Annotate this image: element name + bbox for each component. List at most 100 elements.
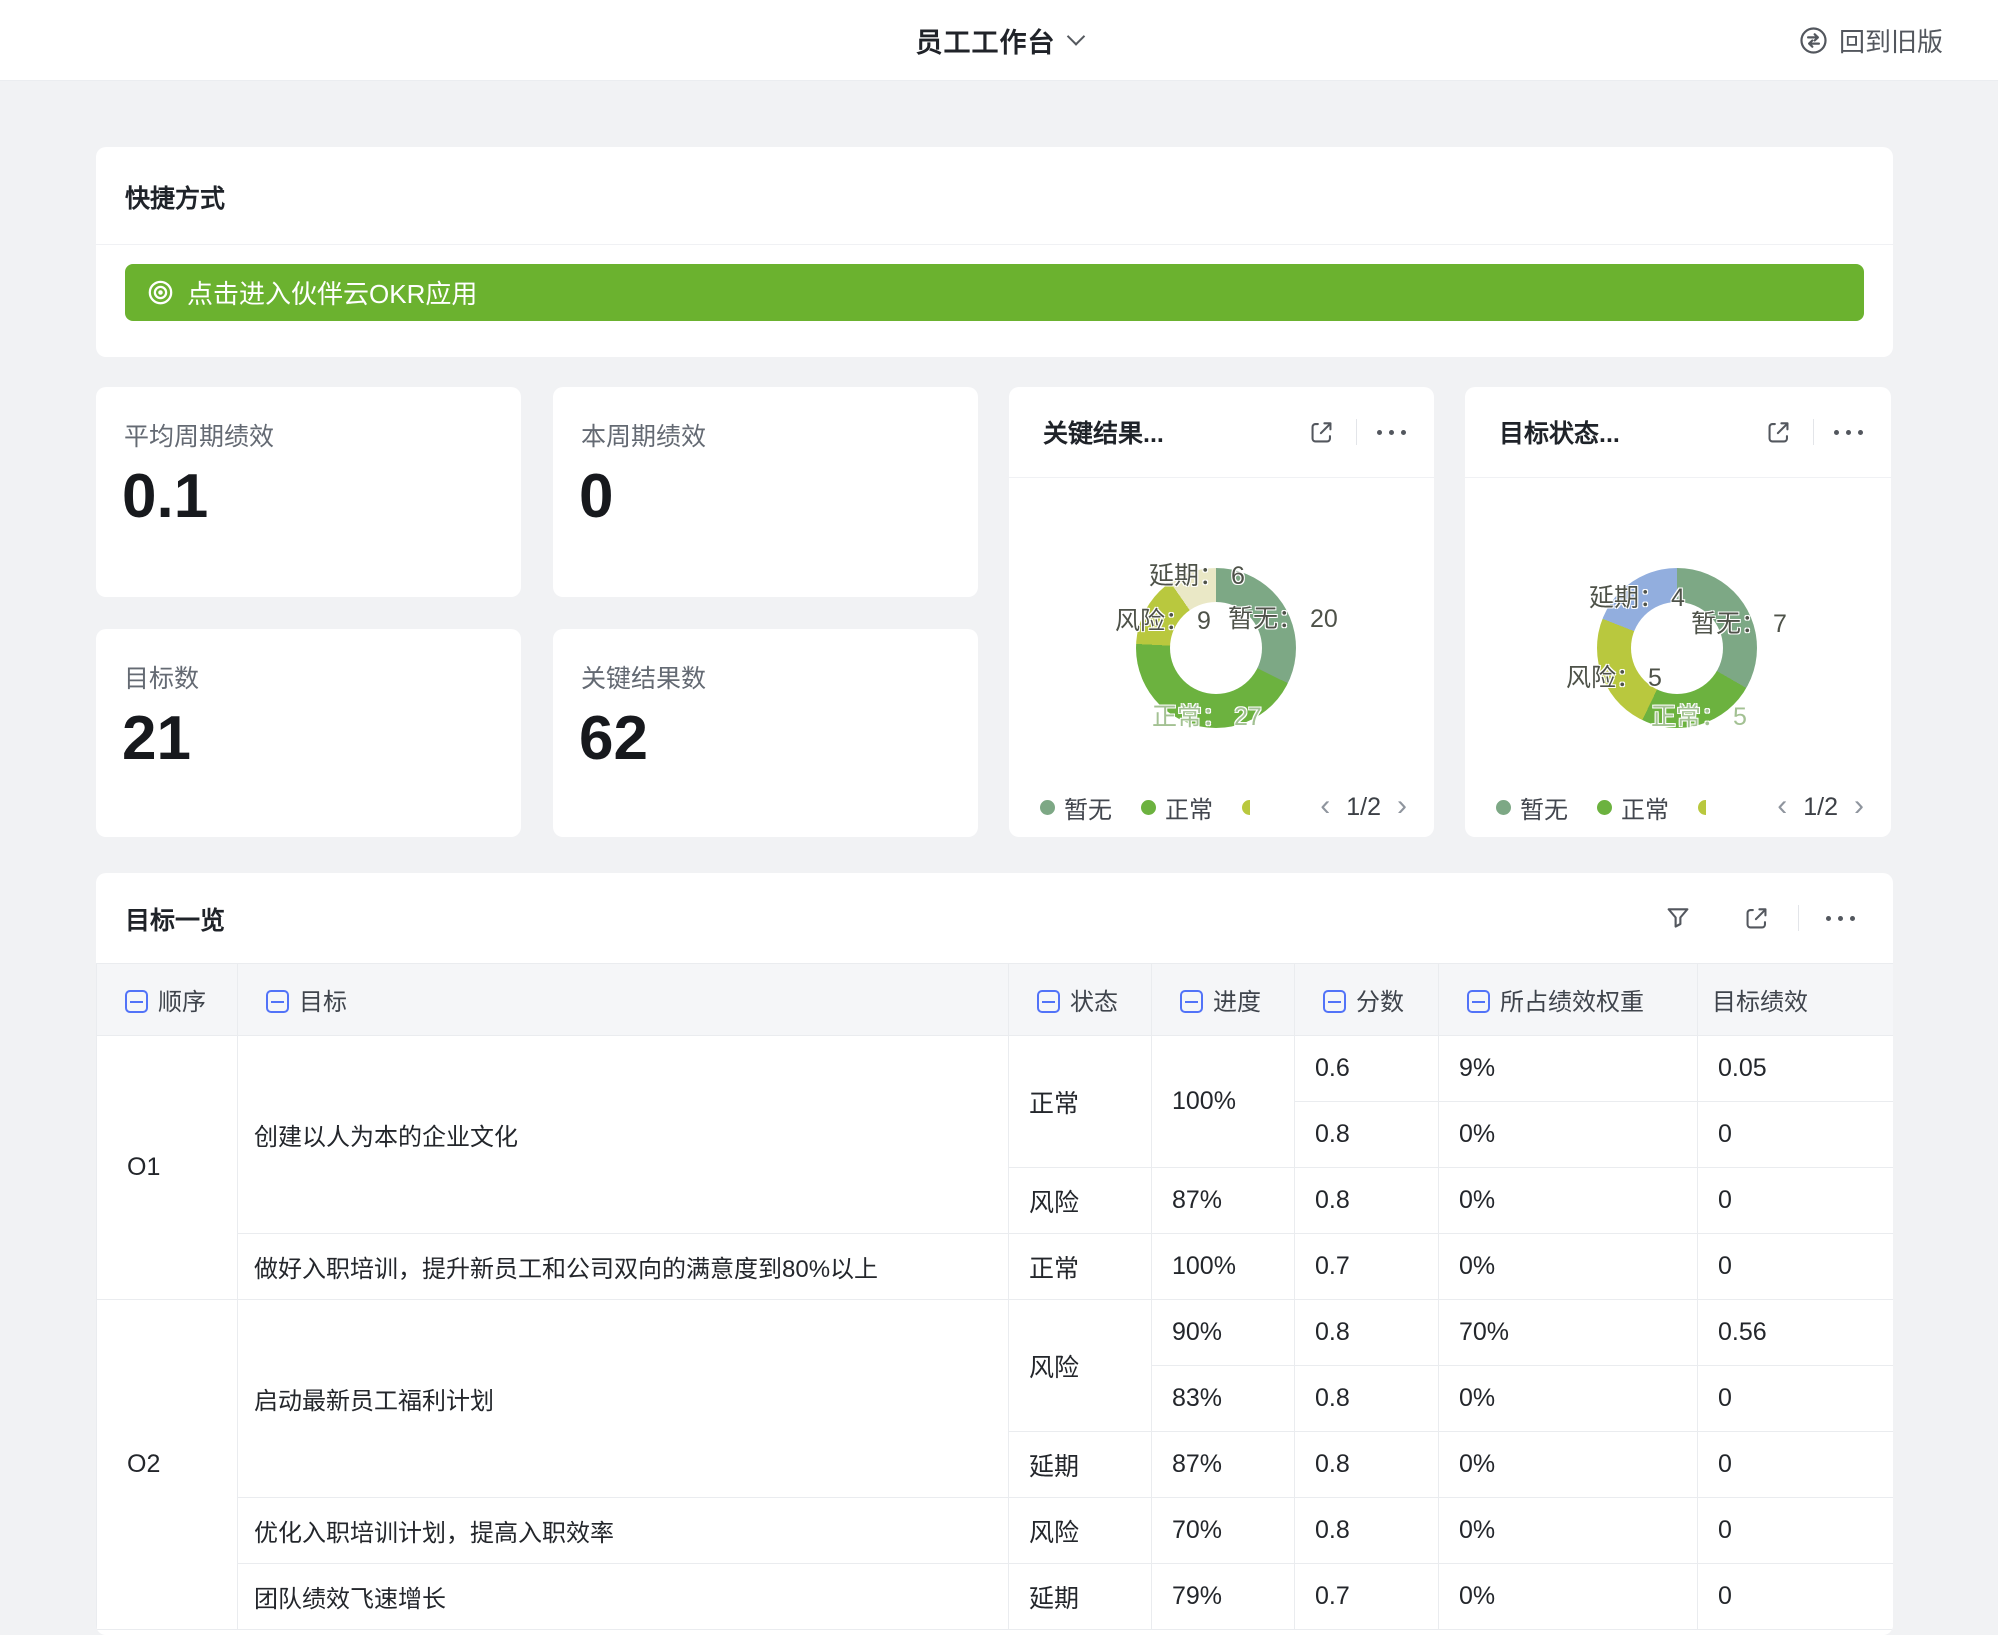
shortcuts-card: 快捷方式 点击进入伙伴云OKR应用 (96, 147, 1893, 357)
table-cell: 100% (1152, 1036, 1295, 1168)
table-cell: 延期 (1009, 1432, 1152, 1498)
table-cell: 正常 (1009, 1036, 1152, 1168)
legend-item[interactable]: 暂无 (1040, 790, 1112, 825)
open-in-new-icon[interactable] (1307, 418, 1336, 447)
switch-version-icon (1798, 25, 1829, 56)
table-title: 目标一览 (125, 901, 225, 937)
more-options-icon[interactable] (1834, 426, 1863, 439)
table-cell: 正常 (1009, 1234, 1152, 1300)
column-header-label: 分数 (1356, 989, 1404, 1016)
table-cell: 87% (1152, 1432, 1295, 1498)
donut-label-risk: 风险： 5 (1566, 658, 1662, 694)
collapse-column-icon[interactable] (1323, 990, 1346, 1013)
stat-value: 21 (122, 703, 191, 774)
next-page-icon[interactable]: › (1854, 791, 1864, 821)
table-cell: 延期 (1009, 1564, 1152, 1630)
table-cell: 启动最新员工福利计划 (238, 1300, 1009, 1498)
table-cell: 0 (1698, 1168, 1894, 1234)
divider (1813, 419, 1814, 445)
table-cell: 83% (1152, 1366, 1295, 1432)
table-cell: 0% (1439, 1432, 1698, 1498)
page-indicator: 1/2 (1346, 793, 1381, 822)
legend-item[interactable]: 正常 (1141, 790, 1213, 825)
collapse-column-icon[interactable] (1180, 990, 1203, 1013)
chevron-down-icon (1067, 27, 1085, 45)
column-header-label: 状态 (1070, 989, 1118, 1016)
stat-value: 0 (579, 461, 613, 532)
table-cell: 0.8 (1295, 1498, 1439, 1564)
table-cell: 70% (1439, 1300, 1698, 1366)
table-cell: 创建以人为本的企业文化 (238, 1036, 1009, 1234)
open-in-new-icon[interactable] (1742, 904, 1771, 933)
top-bar: 员工工作台 回到旧版 (0, 0, 1998, 81)
table-cell: 0% (1439, 1366, 1698, 1432)
next-page-icon[interactable]: › (1397, 791, 1407, 821)
table-cell: 0 (1698, 1432, 1894, 1498)
legend-label: 正常 (1165, 790, 1213, 825)
donut-label-none: 暂无： 7 (1691, 604, 1787, 640)
table-row: 团队绩效飞速增长延期79%0.70%0 (97, 1564, 1894, 1630)
table-cell: 0.8 (1295, 1300, 1439, 1366)
objective-status-chart-card: 目标状态... 延期： 4 暂无： 7 风险： 5 正常： 5 暂无 正常 ‹ … (1465, 387, 1891, 837)
table-cell: 100% (1152, 1234, 1295, 1300)
column-header: 目标绩效 (1698, 964, 1894, 1036)
column-header: 所占绩效权重 (1439, 964, 1698, 1036)
table-cell: 0.7 (1295, 1234, 1439, 1300)
legend-dot (1597, 800, 1612, 815)
divider (1356, 419, 1357, 445)
prev-page-icon[interactable]: ‹ (1777, 791, 1787, 821)
legend-pagination: ‹ 1/2 › (1777, 793, 1864, 822)
table-cell: 87% (1152, 1168, 1295, 1234)
enter-okr-app-button[interactable]: 点击进入伙伴云OKR应用 (125, 264, 1864, 321)
column-header-label: 进度 (1213, 989, 1261, 1016)
chart-card-header: 目标状态... (1465, 387, 1891, 478)
column-header: 顺序 (97, 964, 238, 1036)
back-to-old-version-link[interactable]: 回到旧版 (1798, 0, 1943, 80)
table-cell: 0 (1698, 1564, 1894, 1630)
legend-item[interactable]: 正常 (1597, 790, 1669, 825)
table-cell: 0 (1698, 1234, 1894, 1300)
enter-okr-app-label: 点击进入伙伴云OKR应用 (187, 274, 477, 311)
legend-dot (1141, 800, 1156, 815)
stat-card-current-cycle-performance: 本周期绩效 0 (553, 387, 978, 597)
column-header-label: 顺序 (158, 989, 206, 1016)
table-row: 做好入职培训，提升新员工和公司双向的满意度到80%以上正常100%0.70%0 (97, 1234, 1894, 1300)
column-header-label: 目标 (299, 989, 347, 1016)
table-cell: 0.8 (1295, 1102, 1439, 1168)
prev-page-icon[interactable]: ‹ (1320, 791, 1330, 821)
legend-dot (1496, 800, 1511, 815)
stat-card-key-result-count: 关键结果数 62 (553, 629, 978, 837)
column-header-label: 目标绩效 (1712, 989, 1808, 1016)
table-cell: 0 (1698, 1366, 1894, 1432)
table-cell: 90% (1152, 1300, 1295, 1366)
collapse-column-icon[interactable] (266, 990, 289, 1013)
collapse-column-icon[interactable] (1037, 990, 1060, 1013)
stat-label: 本周期绩效 (581, 417, 706, 453)
legend-item-truncated (1698, 800, 1706, 815)
legend-label: 暂无 (1064, 790, 1112, 825)
table-cell: 0 (1698, 1498, 1894, 1564)
table-cell: 0% (1439, 1564, 1698, 1630)
more-options-icon[interactable] (1826, 912, 1855, 925)
column-header-label: 所占绩效权重 (1500, 989, 1644, 1016)
open-in-new-icon[interactable] (1764, 418, 1793, 447)
workspace-switcher[interactable]: 员工工作台 (916, 0, 1083, 80)
collapse-column-icon[interactable] (125, 990, 148, 1013)
column-header: 分数 (1295, 964, 1439, 1036)
table-cell: 风险 (1009, 1168, 1152, 1234)
page-indicator: 1/2 (1803, 793, 1838, 822)
table-cell: 9% (1439, 1036, 1698, 1102)
table-cell: 团队绩效飞速增长 (238, 1564, 1009, 1630)
stat-label: 目标数 (124, 659, 199, 695)
collapse-column-icon[interactable] (1467, 990, 1490, 1013)
legend-item[interactable]: 暂无 (1496, 790, 1568, 825)
okr-target-icon (147, 279, 174, 306)
donut-label-delayed: 延期： 6 (1149, 556, 1245, 592)
more-options-icon[interactable] (1377, 426, 1406, 439)
table-cell: 0.8 (1295, 1432, 1439, 1498)
table-header-row: 顺序 目标 状态 进度 分数 所占绩效权重 目标绩效 (97, 964, 1894, 1036)
donut-label-normal: 正常： 5 (1651, 697, 1747, 733)
table-cell: O2 (97, 1300, 238, 1630)
divider (1798, 905, 1799, 931)
filter-icon[interactable] (1663, 903, 1693, 933)
